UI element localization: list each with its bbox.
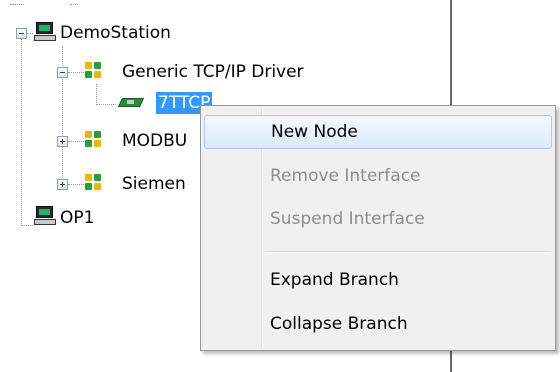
tree-connector	[68, 72, 84, 73]
tree-connector	[21, 36, 22, 226]
tree-connector	[27, 33, 33, 34]
tree-connector	[68, 184, 84, 185]
tree-connector	[10, 4, 24, 5]
tree-connector	[68, 141, 84, 142]
tree-node-demostation[interactable]: DemoStation	[60, 22, 171, 44]
tree-connector	[96, 84, 97, 105]
menu-item-remove-interface: Remove Interface	[270, 166, 421, 186]
menu-separator	[265, 251, 551, 253]
driver-network-icon	[85, 62, 105, 82]
collapse-toggle[interactable]	[16, 28, 27, 39]
menu-item-expand-branch[interactable]: Expand Branch	[204, 263, 552, 297]
computer-icon	[34, 22, 56, 42]
driver-network-icon	[85, 131, 105, 151]
expand-toggle[interactable]	[57, 179, 68, 190]
tree-node-op1[interactable]: OP1	[60, 207, 94, 229]
tree-connector	[70, 4, 78, 5]
tree-node-modbu[interactable]: MODBU	[122, 130, 187, 152]
driver-network-icon	[85, 174, 105, 194]
tree-node-generic-tcpip-driver[interactable]: Generic TCP/IP Driver	[122, 61, 304, 83]
menu-item-suspend-interface: Suspend Interface	[270, 209, 425, 229]
collapse-toggle[interactable]	[57, 67, 68, 78]
tree-connector	[21, 225, 33, 226]
tree-node-siemen[interactable]: Siemen	[122, 173, 186, 195]
menu-item-new-node[interactable]: New Node	[204, 115, 552, 149]
context-menu: New Node Remove Interface Suspend Interf…	[200, 105, 556, 351]
computer-icon	[34, 206, 56, 226]
tree-connector	[96, 104, 116, 105]
network-card-icon	[117, 95, 145, 109]
menu-item-collapse-branch[interactable]: Collapse Branch	[204, 307, 552, 341]
expand-toggle[interactable]	[57, 136, 68, 147]
